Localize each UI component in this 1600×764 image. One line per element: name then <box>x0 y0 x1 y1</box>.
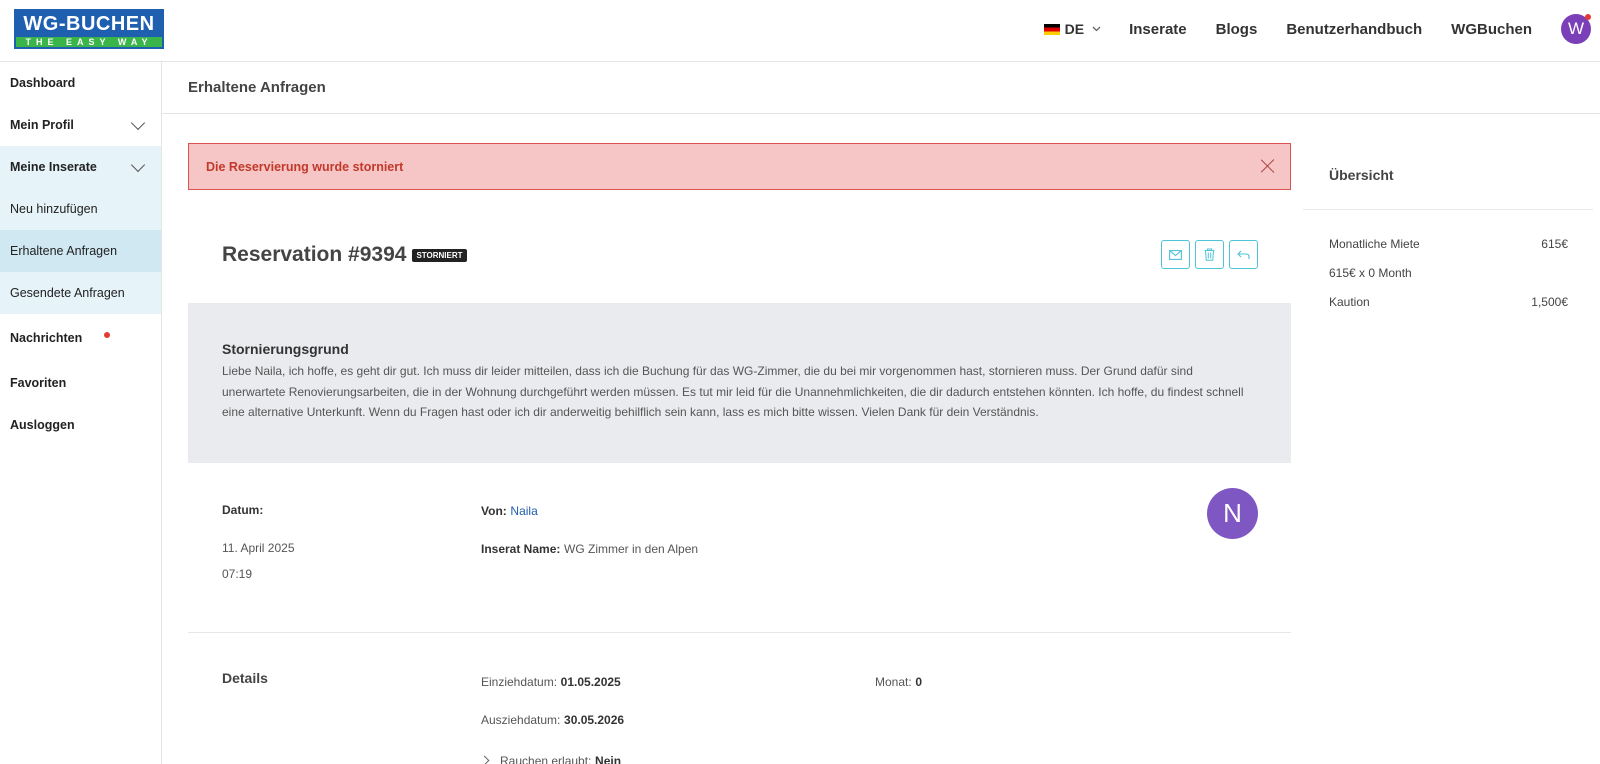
user-avatar[interactable]: W <box>1561 14 1591 44</box>
move-in-label: Einziehdatum: <box>481 675 558 689</box>
logo[interactable]: WG-BUCHEN THE EASY WAY <box>14 9 164 49</box>
guest-avatar[interactable]: N <box>1207 488 1258 539</box>
overview-value: 1,500€ <box>1531 295 1568 309</box>
overview-title: Übersicht <box>1329 167 1394 183</box>
sidebar-item-favoriten[interactable]: Favoriten <box>0 362 161 404</box>
sidebar-item-gesendete-anfragen[interactable]: Gesendete Anfragen <box>0 272 161 314</box>
month-value: 0 <box>915 675 922 689</box>
reservation-number: Reservation #9394 <box>222 243 407 266</box>
chevron-down-icon <box>1092 24 1101 35</box>
reservation-actions <box>1161 240 1263 269</box>
top-bar: WG-BUCHEN THE EASY WAY DE Inserate Blogs… <box>0 0 1600 62</box>
alert-message: Die Reservierung wurde storniert <box>206 160 404 174</box>
sidebar-item-label: Nachrichten <box>10 331 83 345</box>
move-out-row: Ausziehdatum: 30.05.2026 <box>481 712 624 727</box>
smoking-row[interactable]: Rauchen erlaubt: Nein <box>479 753 622 764</box>
mail-icon <box>1169 249 1182 260</box>
logo-text: WG-BUCHEN <box>23 13 155 35</box>
month-row: Monat: 0 <box>875 674 922 689</box>
back-button[interactable] <box>1229 240 1258 269</box>
sidebar-item-meine-inserate[interactable]: Meine Inserate <box>0 146 161 188</box>
overview-row-rent-calc: 615€ x 0 Month <box>1329 266 1568 280</box>
nav-benutzerhandbuch[interactable]: Benutzerhandbuch <box>1286 21 1422 38</box>
close-icon[interactable] <box>1258 156 1278 176</box>
cancellation-reason-box: Stornierungsgrund Liebe Naila, ich hoffe… <box>188 303 1291 463</box>
overview-panel: Übersicht <box>1303 140 1593 210</box>
reservation-title: Reservation #9394 STORNIERT <box>222 243 467 267</box>
logo-tagline: THE EASY WAY <box>16 37 162 47</box>
reason-title: Stornierungsgrund <box>222 341 349 357</box>
nav-wgbuchen[interactable]: WGBuchen <box>1451 21 1532 38</box>
sidebar-item-nachrichten[interactable]: Nachrichten <box>0 314 161 362</box>
sidebar-item-neu-hinzufuegen[interactable]: Neu hinzufügen <box>0 188 161 230</box>
listing-label: Inserat Name: <box>481 542 561 556</box>
overview-value: 615€ <box>1541 237 1568 251</box>
time-value: 07:19 <box>222 567 253 581</box>
details-title: Details <box>222 670 268 686</box>
user-avatar-initial: W <box>1567 19 1585 38</box>
german-flag-icon <box>1043 23 1060 35</box>
reply-icon <box>1237 250 1250 259</box>
sidebar-item-label: Meine Inserate <box>10 160 97 174</box>
reason-text: Liebe Naila, ich hoffe, es geht dir gut.… <box>222 364 1244 419</box>
sidebar-item-label: Dashboard <box>10 76 76 90</box>
sidebar-item-label: Neu hinzufügen <box>10 202 98 216</box>
sidebar-item-label: Ausloggen <box>10 418 75 432</box>
listing-value: WG Zimmer in den Alpen <box>564 542 699 556</box>
chevron-down-icon <box>130 115 146 131</box>
delete-button[interactable] <box>1195 240 1224 269</box>
nav-blogs[interactable]: Blogs <box>1216 21 1258 38</box>
message-button[interactable] <box>1161 240 1190 269</box>
unread-dot <box>104 332 111 338</box>
trash-icon <box>1204 248 1215 261</box>
page-title: Erhaltene Anfragen <box>188 79 326 96</box>
notification-dot <box>1585 14 1591 20</box>
sender-row: Von: Naila <box>481 503 538 518</box>
page-header: Erhaltene Anfragen <box>162 62 1600 114</box>
move-in-value: 01.05.2025 <box>560 675 621 689</box>
language-label: DE <box>1064 21 1085 37</box>
date-value: 11. April 2025 <box>222 541 295 555</box>
overview-label: Kaution <box>1329 295 1370 309</box>
chevron-down-icon <box>130 157 146 173</box>
move-out-label: Ausziehdatum: <box>481 713 561 727</box>
sidebar-item-dashboard[interactable]: Dashboard <box>0 62 161 104</box>
language-selector[interactable]: DE <box>1043 21 1101 37</box>
sidebar-item-ausloggen[interactable]: Ausloggen <box>0 404 161 446</box>
overview-label: Monatliche Miete <box>1329 237 1420 251</box>
sidebar-item-erhaltene-anfragen[interactable]: Erhaltene Anfragen <box>0 230 161 272</box>
smoking-label: Rauchen erlaubt: <box>500 753 592 764</box>
chevron-right-icon <box>479 755 490 764</box>
sidebar-item-label: Mein Profil <box>10 118 74 132</box>
move-in-row: Einziehdatum: 01.05.2025 <box>481 674 621 689</box>
overview-label: 615€ x 0 Month <box>1329 266 1412 280</box>
sender-link[interactable]: Naila <box>510 504 537 518</box>
cancel-alert: Die Reservierung wurde storniert <box>188 143 1291 190</box>
sidebar-item-label: Favoriten <box>10 376 67 390</box>
divider <box>188 632 1291 633</box>
status-badge: STORNIERT <box>412 248 467 262</box>
month-label: Monat: <box>875 675 912 689</box>
sidebar-item-label: Erhaltene Anfragen <box>10 244 118 258</box>
nav-inserate[interactable]: Inserate <box>1129 21 1187 38</box>
sender-label: Von: <box>481 504 507 518</box>
sidebar-item-mein-profil[interactable]: Mein Profil <box>0 104 161 146</box>
overview-row-deposit: Kaution 1,500€ <box>1329 295 1568 309</box>
top-nav: DE Inserate Blogs Benutzerhandbuch WGBuc… <box>1043 0 1600 58</box>
smoking-value: Nein <box>595 753 622 764</box>
sidebar-item-label: Gesendete Anfragen <box>10 286 125 300</box>
date-label: Datum: <box>222 503 264 517</box>
listing-row: Inserat Name: WG Zimmer in den Alpen <box>481 541 698 556</box>
move-out-value: 30.05.2026 <box>564 713 625 727</box>
overview-row-monthly-rent: Monatliche Miete 615€ <box>1329 237 1568 251</box>
sidebar: Dashboard Mein Profil Meine Inserate Neu… <box>0 62 162 764</box>
